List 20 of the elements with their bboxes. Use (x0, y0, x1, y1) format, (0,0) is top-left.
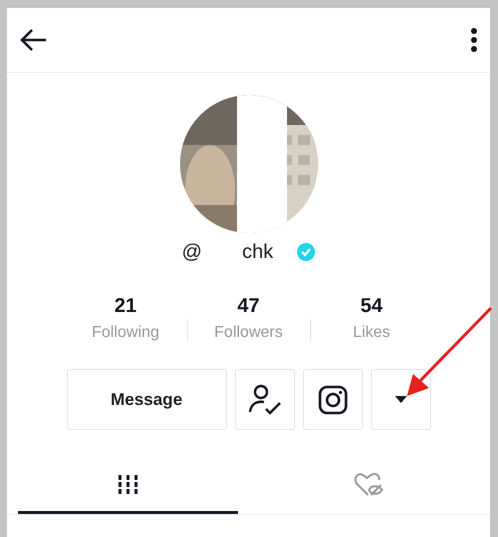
message-button[interactable]: Message (66, 369, 226, 430)
stat-count: 47 (237, 294, 260, 319)
person-check-icon (248, 384, 282, 416)
more-options-button[interactable] (370, 369, 430, 430)
stat-count: 21 (114, 294, 137, 319)
stat-label: Followers (214, 323, 283, 343)
more-icon (470, 27, 478, 53)
username: chk (242, 240, 274, 265)
grid-icon (116, 474, 139, 496)
hidden-heart-icon (354, 472, 384, 498)
instagram-button[interactable] (302, 369, 362, 430)
username: @ (182, 240, 202, 265)
back-icon (19, 28, 47, 52)
stat-label: Likes (352, 323, 390, 343)
stat-label: Following (92, 323, 160, 343)
following-button[interactable] (234, 369, 294, 430)
more-menu-button[interactable] (468, 25, 480, 55)
stat-count: 54 (360, 294, 383, 319)
instagram-icon (318, 384, 348, 414)
caret-icon (394, 396, 406, 404)
